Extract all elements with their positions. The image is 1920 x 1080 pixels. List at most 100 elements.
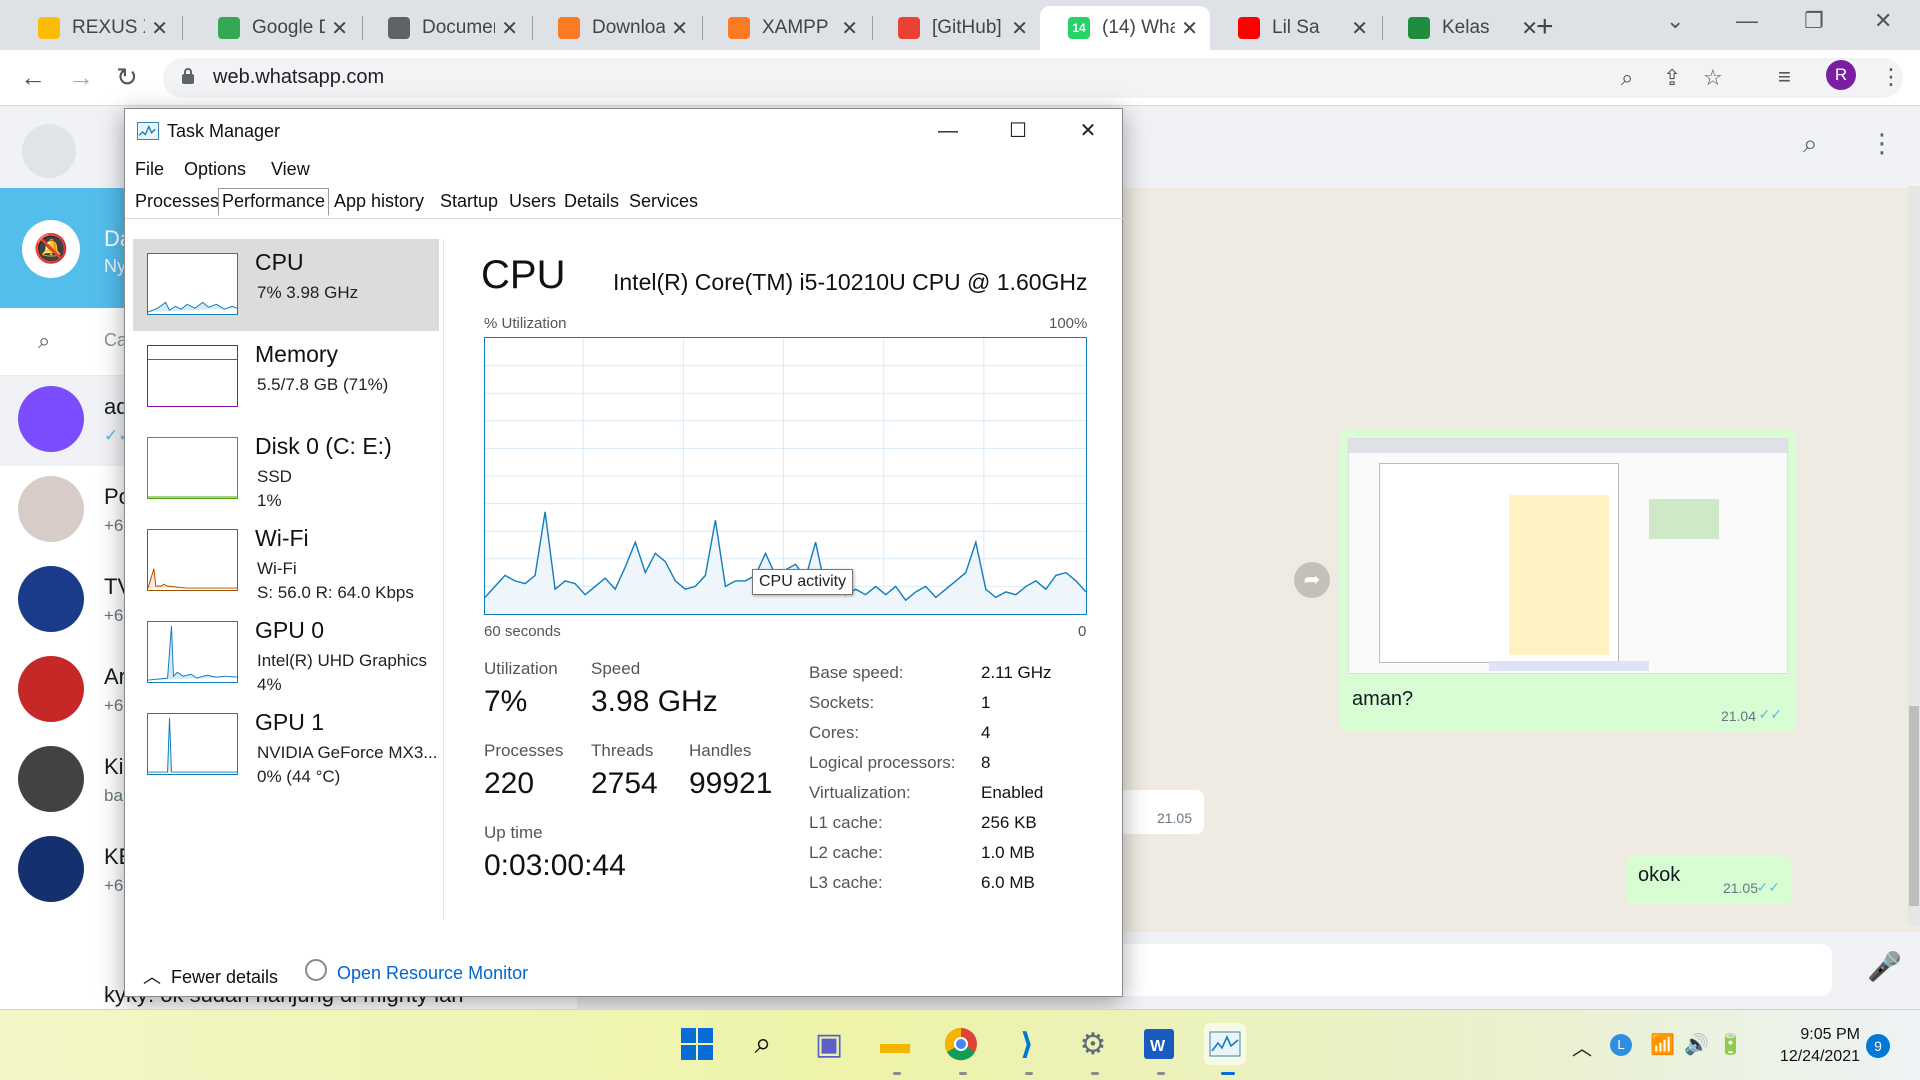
resource-detail: 7% 3.98 GHz bbox=[257, 283, 359, 302]
tab-separator bbox=[182, 16, 183, 40]
fewer-details-link[interactable]: ︿ Fewer details bbox=[143, 963, 278, 989]
tab-close-icon[interactable]: ✕ bbox=[1011, 16, 1028, 41]
forward-icon[interactable]: → bbox=[68, 62, 94, 93]
tab-close-icon[interactable]: ✕ bbox=[1181, 16, 1198, 41]
tm-menubar: File Options View bbox=[125, 153, 1124, 185]
browser-tab[interactable]: Kelas ✕ bbox=[1380, 6, 1550, 50]
conversation-scrollbar[interactable] bbox=[1908, 186, 1920, 926]
back-icon[interactable]: ← bbox=[20, 62, 46, 93]
address-bar[interactable]: web.whatsapp.com ⌕ ⇪ ☆ bbox=[163, 58, 1903, 98]
tab-close-icon[interactable]: ✕ bbox=[1521, 16, 1538, 41]
chevron-up-icon: ︿ bbox=[143, 967, 161, 987]
running-indicator bbox=[1157, 1072, 1165, 1075]
tab-startup[interactable]: Startup bbox=[438, 191, 500, 219]
volume-icon[interactable]: 🔊 bbox=[1684, 1032, 1709, 1057]
svg-text:W: W bbox=[1150, 1038, 1166, 1055]
running-indicator bbox=[893, 1072, 901, 1075]
chat-icon[interactable]: ▣ bbox=[808, 1023, 850, 1065]
tab-services[interactable]: Services bbox=[627, 191, 700, 219]
tray-overflow-icon[interactable]: ︿ bbox=[1572, 1032, 1592, 1061]
resource-thumbnail-graph bbox=[147, 621, 238, 683]
spec-label: L1 cache: bbox=[809, 813, 883, 832]
minimize-icon[interactable]: — bbox=[1736, 8, 1758, 34]
tab-close-icon[interactable]: ✕ bbox=[841, 16, 858, 41]
menu-options[interactable]: Options bbox=[184, 159, 246, 180]
tab-app-history[interactable]: App history bbox=[332, 191, 426, 219]
screenshot-image[interactable] bbox=[1348, 438, 1788, 674]
browser-tab[interactable]: Google D ✕ bbox=[190, 6, 360, 50]
resource-detail-2: 0% (44 °C) bbox=[257, 767, 341, 786]
forward-icon[interactable]: ➦ bbox=[1294, 562, 1330, 598]
message-text: okok bbox=[1638, 864, 1681, 886]
browser-tab[interactable]: [GitHub] ✕ bbox=[870, 6, 1040, 50]
task-manager-titlebar[interactable]: Task Manager — ☐ ✕ bbox=[125, 109, 1124, 153]
resource-thumbnail-graph bbox=[147, 345, 238, 407]
chrome-icon[interactable] bbox=[940, 1023, 982, 1065]
tab-close-icon[interactable]: ✕ bbox=[671, 16, 688, 41]
tab-details[interactable]: Details bbox=[562, 191, 621, 219]
resource-item-gpu[interactable]: GPU 0 Intel(R) UHD Graphics 4% bbox=[133, 607, 439, 699]
uptime-label: Up time bbox=[484, 823, 543, 842]
tab-favicon-icon bbox=[38, 17, 60, 39]
incoming-message[interactable]: 21.05 bbox=[1110, 790, 1204, 834]
app-tray-icon[interactable]: L bbox=[1610, 1034, 1632, 1056]
browser-tab[interactable]: 14 (14) Wha ✕ bbox=[1040, 6, 1210, 50]
scrollbar-thumb[interactable] bbox=[1909, 706, 1919, 906]
outgoing-message-okok[interactable]: okok 21.05 ✓✓ bbox=[1626, 856, 1792, 904]
taskbar: ⌕ ▣ ▬ ⟩ ⚙ W ︿ L 📶 🔊 🔋 9:05 PM 12/24/2021… bbox=[0, 1009, 1920, 1080]
tm-minimize-icon[interactable]: — bbox=[913, 113, 983, 149]
wifi-icon[interactable]: 📶 bbox=[1650, 1032, 1675, 1057]
resource-detail: NVIDIA GeForce MX3... bbox=[257, 743, 438, 762]
media-control-icon[interactable]: ≡ bbox=[1778, 64, 1791, 90]
tab-processes[interactable]: Processes bbox=[133, 191, 221, 219]
resource-item-memory[interactable]: Memory 5.5/7.8 GB (71%) bbox=[133, 331, 439, 423]
tab-users[interactable]: Users bbox=[507, 191, 558, 219]
image-message[interactable]: aman? 21.04 ✓✓ bbox=[1340, 430, 1796, 732]
tab-close-icon[interactable]: ✕ bbox=[1351, 16, 1368, 41]
tab-search-icon[interactable]: ⌄ bbox=[1666, 8, 1684, 34]
tab-performance[interactable]: Performance bbox=[218, 188, 330, 216]
settings-gear-icon[interactable]: ⚙ bbox=[1072, 1023, 1114, 1065]
menu-kebab-icon[interactable]: ⋮ bbox=[1880, 64, 1902, 90]
tab-close-icon[interactable]: ✕ bbox=[151, 16, 168, 41]
menu-view[interactable]: View bbox=[271, 159, 310, 180]
resource-item-gpu[interactable]: GPU 1 NVIDIA GeForce MX3... 0% (44 °C) bbox=[133, 699, 439, 791]
system-clock[interactable]: 9:05 PM 12/24/2021 bbox=[1756, 1024, 1860, 1068]
resource-name: Memory bbox=[255, 341, 339, 367]
browser-tab[interactable]: Lil Sa ✕ bbox=[1210, 6, 1380, 50]
browser-tab[interactable]: Downloa ✕ bbox=[530, 6, 700, 50]
resource-item-disk[interactable]: Disk 0 (C: E:) SSD 1% bbox=[133, 423, 439, 515]
search-messages-icon[interactable]: ⌕ bbox=[1803, 128, 1818, 160]
vscode-icon[interactable]: ⟩ bbox=[1006, 1023, 1048, 1065]
browser-tab[interactable]: Documen ✕ bbox=[360, 6, 530, 50]
microphone-icon[interactable]: 🎤 bbox=[1867, 950, 1902, 983]
tm-close-icon[interactable]: ✕ bbox=[1053, 113, 1123, 149]
bookmark-star-icon[interactable]: ☆ bbox=[1703, 65, 1723, 91]
tab-close-icon[interactable]: ✕ bbox=[331, 16, 348, 41]
tab-close-icon[interactable]: ✕ bbox=[501, 16, 518, 41]
browser-tab[interactable]: REXUS X ✕ bbox=[10, 6, 180, 50]
share-icon[interactable]: ⇪ bbox=[1663, 65, 1681, 91]
notification-count-badge[interactable]: 9 bbox=[1866, 1034, 1890, 1058]
tm-maximize-icon[interactable]: ☐ bbox=[983, 113, 1053, 149]
browser-tab[interactable]: XAMPP I ✕ bbox=[700, 6, 870, 50]
resource-item-wi-fi[interactable]: Wi-Fi Wi-Fi S: 56.0 R: 64.0 Kbps bbox=[133, 515, 439, 607]
file-explorer-icon[interactable]: ▬ bbox=[874, 1023, 916, 1065]
resource-item-cpu[interactable]: CPU 7% 3.98 GHz bbox=[133, 239, 439, 331]
open-resource-monitor-link[interactable]: Open Resource Monitor bbox=[337, 963, 528, 984]
task-manager-taskbar-icon[interactable] bbox=[1204, 1023, 1246, 1065]
battery-icon[interactable]: 🔋 bbox=[1718, 1032, 1743, 1057]
start-icon[interactable] bbox=[676, 1023, 718, 1065]
restore-icon[interactable]: ❐ bbox=[1804, 8, 1824, 34]
profile-avatar[interactable]: R bbox=[1826, 60, 1856, 90]
menu-file[interactable]: File bbox=[135, 159, 164, 180]
conversation-menu-icon[interactable]: ⋮ bbox=[1869, 128, 1895, 159]
word-icon[interactable]: W bbox=[1138, 1023, 1180, 1065]
url-text[interactable]: web.whatsapp.com bbox=[213, 66, 384, 89]
search-icon[interactable]: ⌕ bbox=[742, 1023, 784, 1065]
close-window-icon[interactable]: ✕ bbox=[1874, 8, 1892, 34]
reload-icon[interactable]: ↻ bbox=[116, 62, 138, 93]
zoom-icon[interactable]: ⌕ bbox=[1621, 65, 1633, 91]
my-avatar[interactable] bbox=[22, 124, 76, 178]
speed-value: 3.98 GHz bbox=[591, 685, 718, 718]
